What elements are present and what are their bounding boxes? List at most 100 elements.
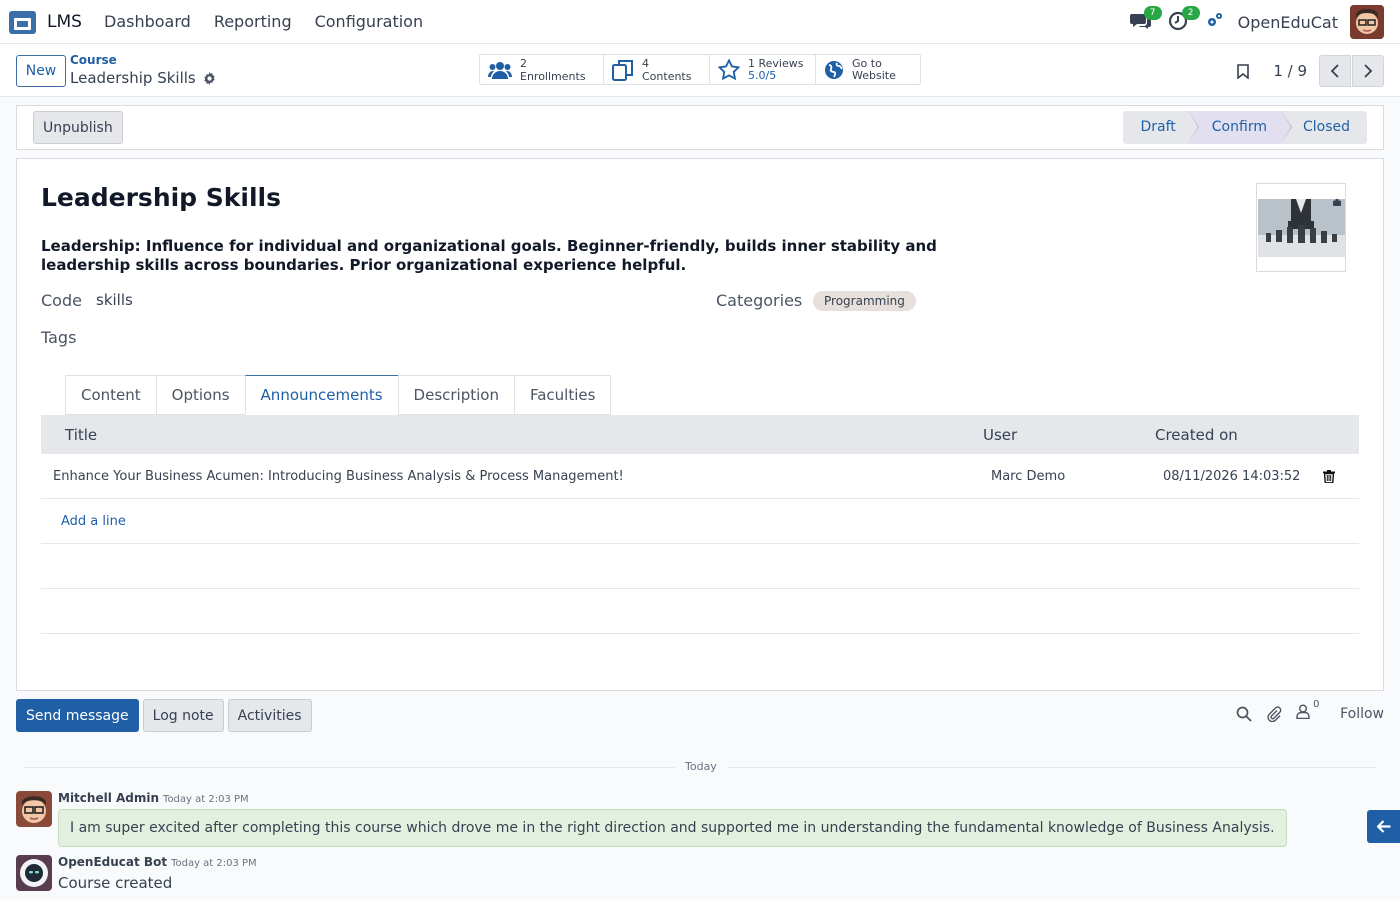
- arrow-left-icon: [1376, 820, 1390, 833]
- message-date: Today at 2:03 PM: [163, 794, 249, 805]
- stage-confirm[interactable]: Confirm: [1187, 111, 1292, 144]
- add-line-row: Add a line: [41, 499, 1359, 544]
- empty-row: [41, 589, 1359, 634]
- table-row[interactable]: Enhance Your Business Acumen: Introducin…: [41, 454, 1359, 499]
- chevron-left-icon: [1330, 64, 1339, 78]
- pager-next-button[interactable]: [1352, 55, 1384, 87]
- announcements-grid: Title User Created on Enhance Your Busin…: [41, 415, 1359, 634]
- website-line-2: Website: [852, 68, 896, 82]
- stage-draft[interactable]: Draft: [1123, 111, 1199, 144]
- row-created-on[interactable]: 08/11/2026 14:03:52: [1163, 454, 1300, 498]
- paperclip-icon[interactable]: [1266, 705, 1282, 722]
- navbar-systray: 7 2 OpenEduCat: [1129, 5, 1384, 39]
- tab-announcements[interactable]: Announcements: [244, 375, 398, 415]
- code-field[interactable]: skills: [96, 291, 133, 309]
- user-avatar[interactable]: [1350, 5, 1384, 39]
- message-date: Today at 2:03 PM: [171, 858, 257, 869]
- stage-closed[interactable]: Closed: [1280, 111, 1367, 144]
- message-author[interactable]: Mitchell Admin: [58, 791, 159, 805]
- messages-badge: 7: [1143, 6, 1162, 20]
- code-label: Code: [41, 291, 82, 310]
- log-note-button[interactable]: Log note: [142, 699, 224, 732]
- search-icon[interactable]: [1236, 706, 1252, 722]
- gear-icon[interactable]: [203, 71, 216, 85]
- column-user[interactable]: User: [983, 415, 1017, 454]
- menu-dashboard[interactable]: Dashboard: [104, 12, 191, 31]
- row-user[interactable]: Marc Demo: [991, 454, 1065, 498]
- grid-header: Title User Created on: [41, 415, 1359, 454]
- delete-row-button[interactable]: [1323, 454, 1335, 498]
- stage-draft-label: Draft: [1140, 119, 1176, 135]
- tab-description[interactable]: Description: [397, 375, 514, 415]
- star-icon: [718, 59, 740, 80]
- company-name[interactable]: OpenEduCat: [1238, 13, 1338, 32]
- control-panel: New Course Leadership Skills 2 Enrollmen…: [0, 44, 1400, 97]
- stage-confirm-label: Confirm: [1211, 119, 1267, 135]
- avatar[interactable]: [16, 791, 52, 827]
- gears-icon: [1207, 13, 1222, 26]
- tab-content[interactable]: Content: [65, 375, 156, 415]
- camera-icon: [1333, 199, 1341, 206]
- category-tag[interactable]: Programming: [813, 291, 916, 311]
- bookmark-icon[interactable]: [1237, 63, 1250, 79]
- course-title[interactable]: Leadership Skills: [41, 183, 281, 212]
- chatter-actions: Send message Log note Activities: [16, 699, 312, 732]
- main-menu: Dashboard Reporting Configuration: [104, 12, 423, 31]
- activities-badge: 2: [1181, 6, 1200, 20]
- toggle-chatter-button[interactable]: [1367, 810, 1400, 843]
- enrollments-label: 2 Enrollments: [520, 56, 586, 83]
- row-title[interactable]: Enhance Your Business Acumen: Introducin…: [53, 454, 624, 498]
- top-navbar: LMS Dashboard Reporting Configuration 7 …: [0, 0, 1400, 44]
- website-line-1: Go to: [852, 56, 882, 70]
- followers-count: 0: [1313, 699, 1320, 710]
- reviews-smart-button[interactable]: 1 Reviews 5.0/5: [710, 55, 816, 84]
- go-to-website-button[interactable]: Go to Website: [816, 55, 920, 84]
- column-created-on[interactable]: Created on: [1155, 415, 1238, 454]
- message-body: I am super excited after completing this…: [58, 809, 1287, 847]
- users-icon: [488, 61, 512, 79]
- avatar[interactable]: [16, 855, 52, 891]
- tab-faculties[interactable]: Faculties: [513, 375, 612, 415]
- notebook-tabs: Content Options Announcements Descriptio…: [65, 375, 612, 415]
- pager-value[interactable]: 1 / 9: [1273, 62, 1307, 80]
- course-image[interactable]: [1256, 183, 1346, 272]
- breadcrumb-parent[interactable]: Course: [70, 53, 117, 67]
- breadcrumb-current-label: Leadership Skills: [70, 69, 196, 87]
- follow-button[interactable]: Follow: [1340, 706, 1384, 722]
- pager-previous-button[interactable]: [1319, 55, 1351, 87]
- add-a-line-link[interactable]: Add a line: [61, 499, 126, 543]
- followers-button[interactable]: 0: [1296, 699, 1319, 723]
- tab-options[interactable]: Options: [155, 375, 245, 415]
- chevron-right-icon: [1364, 64, 1373, 78]
- company-switcher-icon[interactable]: [1206, 11, 1228, 33]
- categories-label: Categories: [716, 291, 803, 310]
- unpublish-button[interactable]: Unpublish: [33, 111, 123, 144]
- enrollments-smart-button[interactable]: 2 Enrollments: [480, 55, 604, 84]
- menu-configuration[interactable]: Configuration: [315, 12, 424, 31]
- column-title[interactable]: Title: [65, 415, 97, 454]
- new-button[interactable]: New: [16, 55, 66, 87]
- globe-icon: [825, 60, 843, 79]
- pager: 1 / 9: [1237, 55, 1384, 87]
- messaging-menu[interactable]: 7: [1129, 6, 1162, 33]
- menu-reporting[interactable]: Reporting: [214, 12, 292, 31]
- activity-menu[interactable]: 2: [1168, 6, 1200, 33]
- contents-label: 4 Contents: [642, 56, 692, 83]
- stage-closed-label: Closed: [1302, 119, 1350, 135]
- date-separator-label: Today: [675, 760, 727, 773]
- copy-icon: [612, 59, 633, 81]
- smart-buttons: 2 Enrollments 4 Contents 1 Reviews 5.0/5…: [479, 54, 921, 85]
- course-description[interactable]: Leadership: Influence for individual and…: [41, 237, 1001, 275]
- chatter-tools: 0 Follow: [1236, 699, 1384, 723]
- reviews-rating: 5.0/5: [748, 68, 777, 82]
- reviews-count: 1 Reviews: [748, 56, 804, 70]
- activities-button[interactable]: Activities: [227, 699, 312, 732]
- send-message-button[interactable]: Send message: [16, 699, 139, 732]
- app-brand[interactable]: LMS: [47, 12, 82, 32]
- tags-label: Tags: [41, 328, 77, 347]
- contents-smart-button[interactable]: 4 Contents: [604, 55, 710, 84]
- apps-menu-icon[interactable]: [9, 11, 36, 34]
- trash-icon: [1323, 469, 1335, 483]
- message-author[interactable]: OpenEducat Bot: [58, 855, 167, 869]
- user-icon: [1296, 704, 1310, 720]
